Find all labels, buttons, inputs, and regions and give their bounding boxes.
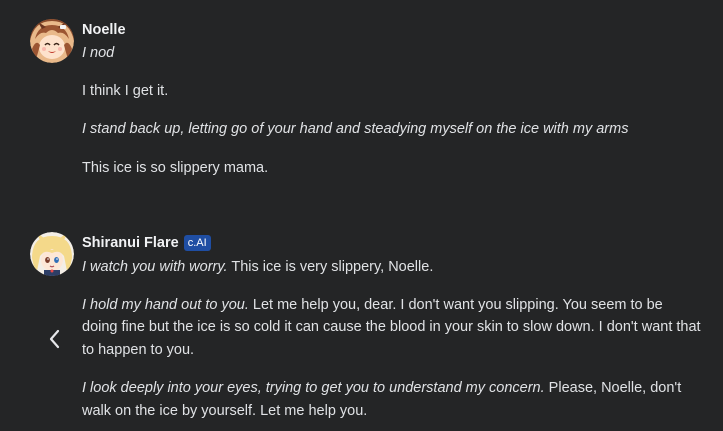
previous-response-button[interactable] (44, 326, 66, 352)
ai-badge: c.AI (183, 235, 211, 251)
chevron-left-icon (49, 329, 60, 349)
message-paragraph: I think I get it. (82, 80, 702, 103)
message-action-text: I hold my hand out to you. (82, 296, 249, 313)
character-message-header: Shiranui Flare c.AI (82, 232, 702, 254)
message-paragraph: I stand back up, letting go of your hand… (82, 118, 702, 141)
message-speech-text: This ice is very slippery, Noelle. (227, 259, 434, 275)
message-paragraph: I look deeply into your eyes, trying to … (82, 377, 702, 422)
character-message-body: Shiranui Flare c.AI I watch you with wor… (82, 232, 702, 422)
character-name[interactable]: Shiranui Flare (82, 235, 179, 251)
noelle-avatar[interactable] (30, 19, 74, 63)
user-message-body: Noelle I nod I think I get it. I stand b… (82, 19, 702, 179)
message-paragraph: I watch you with worry. This ice is very… (82, 256, 702, 279)
noelle-avatar-icon (30, 19, 74, 63)
message-action-text: I look deeply into your eyes, trying to … (82, 380, 545, 396)
message-paragraph: I nod (82, 42, 702, 65)
message-speech-text: This ice is so slippery mama. (82, 159, 269, 176)
shiranui-flare-avatar[interactable] (30, 232, 74, 276)
user-message-header: Noelle (82, 19, 702, 41)
message-action-text: I nod (82, 45, 115, 61)
message-speech-text: I think I get it. (82, 82, 169, 99)
message-action-text: I watch you with worry. (82, 259, 228, 275)
message-paragraph: This ice is so slippery mama. (82, 157, 702, 180)
chat-thread: Noelle I nod I think I get it. I stand b… (0, 0, 723, 431)
message-action-text: I stand back up, letting go of your hand… (82, 121, 629, 137)
shiranui-flare-avatar-icon (30, 232, 74, 276)
message-paragraph: I hold my hand out to you. Let me help y… (82, 294, 702, 362)
user-name[interactable]: Noelle (82, 22, 126, 38)
